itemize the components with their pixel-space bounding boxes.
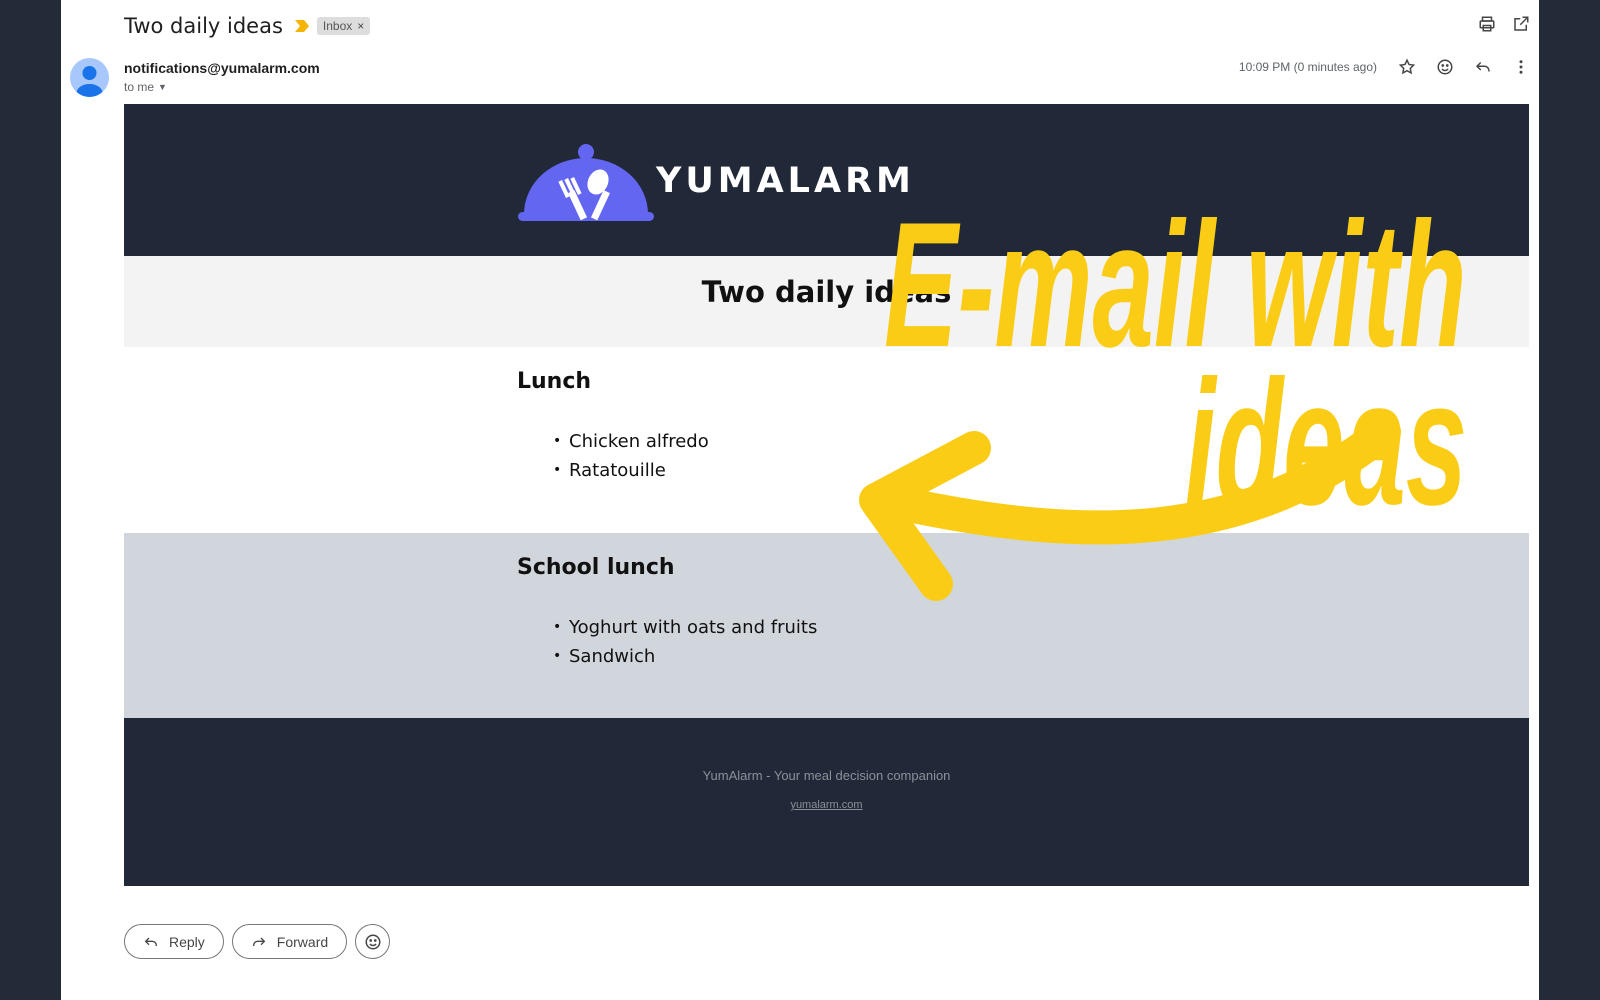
recipient-line: to me ▼ xyxy=(124,80,320,94)
footer-tagline: YumAlarm - Your meal decision companion xyxy=(702,768,951,783)
forward-label: Forward xyxy=(276,933,329,950)
sender-avatar[interactable] xyxy=(70,58,109,97)
list-item: Sandwich xyxy=(553,642,817,671)
remove-label-icon[interactable]: × xyxy=(357,19,364,33)
subject-row: Two daily ideas Inbox × xyxy=(124,12,371,40)
open-in-new-window-button[interactable] xyxy=(1511,14,1531,34)
idea-list: Chicken alfredo Ratatouille xyxy=(553,427,709,485)
section-heading: School lunch xyxy=(517,555,675,580)
list-item: Chicken alfredo xyxy=(553,427,709,456)
label-text: Inbox xyxy=(322,19,353,33)
school-lunch-section: School lunch Yoghurt with oats and fruit… xyxy=(124,533,1529,718)
logo-cloche-icon xyxy=(518,144,654,221)
yumalarm-logo: YUMALARM xyxy=(518,140,915,222)
recipient-text: to me xyxy=(124,80,155,94)
more-options-button[interactable] xyxy=(1511,57,1531,77)
reply-icon-button[interactable] xyxy=(1473,57,1493,77)
reply-label: Reply xyxy=(169,933,205,950)
emoji-icon xyxy=(1437,59,1453,75)
footer-site-link[interactable]: yumalarm.com xyxy=(790,799,862,811)
idea-list: Yoghurt with oats and fruits Sandwich xyxy=(553,613,817,671)
sender-email: notifications@yumalarm.com xyxy=(124,60,320,76)
emoji-icon xyxy=(365,934,381,949)
list-item: Yoghurt with oats and fruits xyxy=(553,613,817,642)
inbox-label-chip: Inbox × xyxy=(316,17,371,35)
react-button[interactable] xyxy=(355,924,391,959)
star-icon xyxy=(1398,58,1416,75)
open-new-window-icon xyxy=(1514,16,1529,31)
brand-name: YUMALARM xyxy=(656,161,915,201)
top-toolbar xyxy=(1477,14,1531,34)
message-actions: Reply Forward xyxy=(124,924,391,959)
email-body: YUMALARM Two daily ideas Lunch Chicken a… xyxy=(124,104,1529,888)
forward-icon xyxy=(252,937,266,946)
section-heading: Lunch xyxy=(517,369,592,394)
message-timestamp: 10:09 PM (0 minutes ago) xyxy=(1238,60,1377,74)
reply-icon xyxy=(1475,61,1490,72)
more-vert-icon xyxy=(1519,60,1523,74)
print-button[interactable] xyxy=(1477,14,1497,34)
message-meta: 10:09 PM (0 minutes ago) xyxy=(1239,57,1531,77)
add-reaction-button[interactable] xyxy=(1435,57,1455,77)
forward-button[interactable]: Forward xyxy=(231,924,348,959)
print-icon xyxy=(1479,16,1495,32)
email-subject: Two daily ideas xyxy=(124,14,283,38)
show-details-icon[interactable]: ▼ xyxy=(158,82,167,92)
overlay-caption-line-2: ideas xyxy=(1184,343,1467,542)
avatar-icon xyxy=(76,66,103,97)
importance-icon[interactable] xyxy=(294,20,309,32)
star-button[interactable] xyxy=(1397,57,1417,77)
sender-block: notifications@yumalarm.com to me ▼ xyxy=(124,60,320,94)
reply-button[interactable]: Reply xyxy=(124,924,224,959)
list-item: Ratatouille xyxy=(553,456,709,485)
reply-icon xyxy=(144,937,157,946)
email-footer: YumAlarm - Your meal decision companion … xyxy=(124,718,1529,886)
email-window: Two daily ideas Inbox × notifications@yu… xyxy=(61,0,1539,1000)
